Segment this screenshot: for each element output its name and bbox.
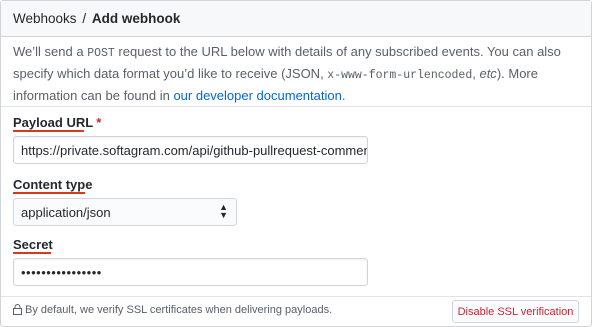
ssl-note: By default, we verify SSL certificates w… [13, 304, 332, 316]
payload-url-input[interactable]: https://private.softagram.com/api/github… [13, 136, 368, 164]
intro-text: We’ll send a POST request to the URL bel… [13, 42, 579, 106]
breadcrumb-current: Add webhook [91, 11, 181, 26]
breadcrumb-separator: / [82, 11, 87, 26]
select-arrows-icon: ▲ ▼ [219, 202, 228, 220]
content-type-select[interactable]: application/json ▲ ▼ [13, 198, 237, 226]
payload-url-underline [13, 130, 84, 132]
disable-ssl-button[interactable]: Disable SSL verification [452, 300, 579, 323]
payload-url-label-text: Payload URL [13, 115, 94, 130]
secret-label: Secret [13, 237, 53, 252]
ssl-note-text: By default, we verify SSL certificates w… [25, 304, 333, 316]
content-type-label: Content type [13, 177, 93, 192]
lock-icon [13, 304, 22, 315]
intro-post-code: POST [87, 47, 115, 60]
content-type-value: application/json [21, 205, 111, 220]
secret-underline [13, 252, 51, 254]
intro-etc: etc [479, 66, 497, 81]
intro-part: . [341, 88, 346, 103]
breadcrumb-webhooks-link[interactable]: Webhooks [13, 11, 77, 26]
intro-divider [1, 106, 591, 107]
payload-url-value: https://private.softagram.com/api/github… [21, 143, 368, 158]
payload-url-label: Payload URL * [13, 115, 101, 130]
required-asterisk: * [96, 115, 102, 130]
breadcrumb: Webhooks / Add webhook [13, 11, 180, 27]
secret-value: •••••••••••••••• [21, 265, 102, 280]
footer-divider [1, 296, 591, 297]
content-type-underline [13, 192, 85, 194]
intro-part: We’ll send a [13, 44, 88, 59]
intro-form-code: x-www-form-urlencoded [327, 69, 473, 82]
panel-header: Webhooks / Add webhook [1, 1, 591, 37]
webhook-form-panel: Webhooks / Add webhook We’ll send a POST… [0, 0, 592, 327]
developer-docs-link[interactable]: our developer documentation [173, 88, 341, 103]
secret-input[interactable]: •••••••••••••••• [13, 258, 368, 286]
